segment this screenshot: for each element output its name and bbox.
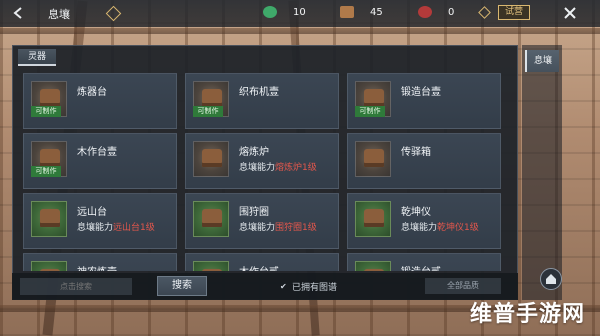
requirement-value: 熔炼炉1级 [275, 163, 317, 173]
requirement-label: 息壤能力 [401, 223, 438, 233]
red-seal-icon [418, 6, 432, 18]
resource-seal: 0 [418, 6, 454, 18]
resource-scroll-value: 45 [370, 6, 383, 18]
requirement-value: 远山台1级 [113, 223, 155, 233]
craftable-badge: 可制作 [193, 106, 223, 117]
item-name: 围狩圈 [239, 207, 269, 218]
tab-lingqi[interactable]: 灵器 [18, 49, 56, 66]
item-thumbnail [355, 141, 391, 177]
blueprint-card[interactable]: 可制作 织布机壹 [185, 73, 339, 129]
item-name: 神农炼壶 [77, 263, 117, 271]
item-thumbnail: 可制作 [31, 141, 67, 177]
owned-toggle-label: 已拥有图谱 [292, 283, 338, 293]
diamond-small-icon [478, 6, 491, 19]
item-name: 炼器台 [77, 87, 107, 98]
item-thumbnail [193, 201, 229, 237]
top-bar: 息壤 10 45 0 试营 [0, 0, 600, 27]
resource-gem: 10 [263, 6, 306, 18]
item-name: 熔炼炉 [239, 147, 269, 158]
house-icon [546, 274, 556, 284]
requirement-value: 围狩圈1级 [275, 223, 317, 233]
close-icon [564, 7, 576, 19]
search-input[interactable] [20, 278, 132, 295]
item-thumbnail [31, 261, 67, 271]
search-button[interactable]: 搜索 [157, 276, 207, 296]
diamond-ornament-icon [105, 5, 122, 22]
blueprint-grid: 可制作 炼器台 可制作 织布机壹 可制作 锻造台壹 可制作 木作台壹 熔炼炉 息… [18, 71, 514, 271]
item-thumbnail [193, 261, 229, 271]
category-sidebar [522, 45, 562, 300]
item-thumbnail [355, 261, 391, 271]
item-thumbnail [355, 201, 391, 237]
blueprint-card[interactable]: 可制作 锻造台壹 [347, 73, 501, 129]
blueprint-card[interactable]: 熔炼炉 息壤能力熔炼炉1级 [185, 133, 339, 189]
owned-blueprint-toggle[interactable]: ✔ 已拥有图谱 [280, 280, 337, 293]
item-name: 锻造台壹 [401, 87, 441, 98]
craftable-badge: 可制作 [31, 106, 61, 117]
blueprint-card[interactable]: 木作台贰 [185, 253, 339, 271]
item-requirement: 息壤能力熔炼炉1级 [239, 160, 317, 173]
blueprint-card[interactable]: 乾坤仪 息壤能力乾坤仪1级 [347, 193, 501, 249]
item-name: 传驿箱 [401, 147, 431, 158]
craftable-badge: 可制作 [355, 106, 385, 117]
trial-tag-button[interactable]: 试营 [498, 5, 530, 20]
requirement-label: 息壤能力 [239, 223, 276, 233]
item-name: 织布机壹 [239, 87, 279, 98]
blueprint-card[interactable]: 围狩圈 息壤能力围狩圈1级 [185, 193, 339, 249]
item-thumbnail: 可制作 [193, 81, 229, 117]
item-name: 锻造台贰 [401, 263, 441, 271]
checkmark-icon: ✔ [280, 281, 287, 291]
green-gem-icon [263, 6, 277, 18]
blueprint-card[interactable]: 可制作 木作台壹 [23, 133, 177, 189]
item-requirement: 息壤能力乾坤仪1级 [401, 220, 479, 233]
requirement-label: 息壤能力 [77, 223, 114, 233]
item-thumbnail [31, 201, 67, 237]
quality-filter-select[interactable]: 全部品质 [425, 278, 501, 294]
requirement-value: 乾坤仪1级 [437, 223, 479, 233]
item-thumbnail: 可制作 [31, 81, 67, 117]
resource-seal-value: 0 [448, 6, 455, 18]
item-name: 木作台壹 [77, 147, 117, 158]
blueprint-card[interactable]: 可制作 炼器台 [23, 73, 177, 129]
item-thumbnail: 可制作 [355, 81, 391, 117]
item-name: 远山台 [77, 207, 107, 218]
resource-gem-value: 10 [293, 6, 306, 18]
blueprint-card[interactable]: 传驿箱 [347, 133, 501, 189]
item-name: 乾坤仪 [401, 207, 431, 218]
page-title: 息壤 [48, 8, 70, 21]
close-button[interactable] [559, 2, 581, 24]
item-requirement: 息壤能力远山台1级 [77, 220, 155, 233]
back-arrow-icon [13, 7, 22, 19]
sidebar-item-xirang[interactable]: 息壤 [525, 50, 559, 72]
back-button[interactable] [6, 3, 32, 23]
craftable-badge: 可制作 [31, 166, 61, 177]
item-name: 木作台贰 [239, 263, 279, 271]
item-thumbnail [193, 141, 229, 177]
blueprint-card[interactable]: 远山台 息壤能力远山台1级 [23, 193, 177, 249]
scroll-icon [340, 6, 354, 18]
site-watermark: 维普手游网 [470, 302, 586, 327]
requirement-label: 息壤能力 [239, 163, 276, 173]
resource-scroll: 45 [340, 6, 383, 18]
blueprint-card[interactable]: 神农炼壶 [23, 253, 177, 271]
blueprint-card[interactable]: 锻造台贰 [347, 253, 501, 271]
build-button[interactable] [540, 268, 562, 290]
item-requirement: 息壤能力围狩圈1级 [239, 220, 317, 233]
